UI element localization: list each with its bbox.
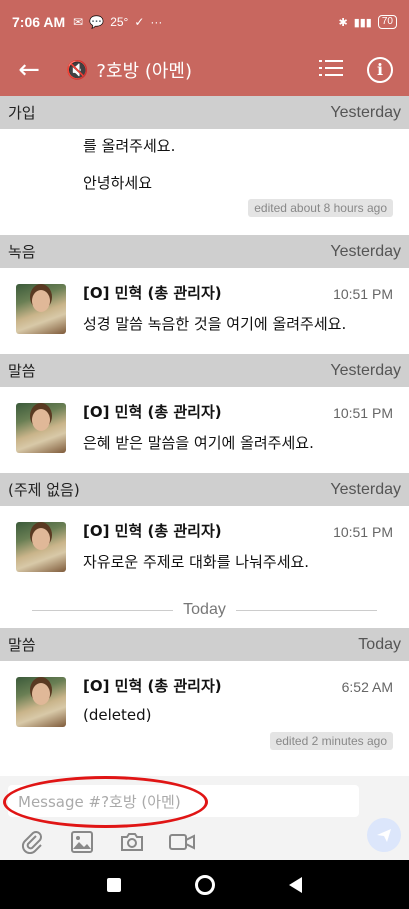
- topic-header[interactable]: 말씀 Yesterday: [0, 354, 409, 387]
- topic-date: Today: [358, 635, 401, 653]
- message[interactable]: [O] 민혁 (총 관리자) 10:51 PM 성경 말씀 녹음한 것을 여기에…: [0, 268, 409, 354]
- topic-name: 녹음: [8, 243, 36, 261]
- signal-icon: ▮▮▮: [353, 16, 372, 29]
- back-arrow-icon[interactable]: ←: [0, 55, 58, 85]
- message-continued[interactable]: 를 올려주세요. 안녕하세요 edited about 8 hours ago: [0, 129, 409, 235]
- highlight-annotation: [3, 776, 208, 828]
- temperature-label: 25°: [110, 15, 129, 29]
- edited-badge: edited 2 minutes ago: [269, 732, 393, 750]
- topic-date: Yesterday: [330, 103, 401, 121]
- message[interactable]: [O] 민혁 (총 관리자) 10:51 PM 은혜 받은 말씀을 여기에 올려…: [0, 387, 409, 473]
- battery-icon: 70: [377, 15, 397, 29]
- message-line: 안녕하세요: [83, 174, 153, 192]
- message-body: (deleted): [83, 706, 152, 724]
- compose-box: Message #?호방 (아멘): [0, 776, 409, 860]
- message-time: 10:51 PM: [333, 405, 393, 421]
- message-feed[interactable]: 가입 Yesterday 를 올려주세요. 안녕하세요 edited about…: [0, 96, 409, 776]
- avatar[interactable]: [16, 677, 66, 727]
- compose-toolbar: [0, 824, 409, 860]
- message[interactable]: [O] 민혁 (총 관리자) 6:52 AM (deleted) edited …: [0, 661, 409, 771]
- avatar[interactable]: [16, 403, 66, 453]
- topic-date: Yesterday: [330, 480, 401, 498]
- edited-badge: edited about 8 hours ago: [248, 199, 393, 217]
- notification-icons: ✉ 💬 25° ✓ ···: [73, 15, 162, 29]
- clock: 7:06 AM: [12, 14, 66, 30]
- topic-header[interactable]: (주제 없음) Yesterday: [0, 473, 409, 506]
- system-nav-bar: [0, 860, 409, 909]
- muted-icon: 🔇: [66, 59, 89, 81]
- back-button[interactable]: [289, 876, 302, 893]
- send-icon: [377, 829, 391, 842]
- recents-button[interactable]: [107, 877, 121, 892]
- mail-icon: ✉: [73, 15, 84, 29]
- topic-name: 말씀: [8, 362, 36, 380]
- check-icon: ✓: [134, 15, 145, 29]
- message-line: 를 올려주세요.: [83, 137, 176, 155]
- more-icon: ···: [150, 15, 163, 29]
- attachment-icon[interactable]: [18, 828, 46, 856]
- camera-icon[interactable]: [118, 828, 146, 856]
- status-bar: 7:06 AM ✉ 💬 25° ✓ ··· ✱ ▮▮▮ 70: [0, 0, 409, 44]
- date-divider: Today: [0, 592, 409, 628]
- topic-name: 말씀: [8, 636, 36, 654]
- message-body: 은혜 받은 말씀을 여기에 올려주세요.: [83, 434, 314, 452]
- chat-icon: 💬: [89, 15, 105, 29]
- message-body: 자유로운 주제로 대화를 나눠주세요.: [83, 553, 310, 571]
- topic-list-icon[interactable]: [319, 59, 349, 81]
- topic-header[interactable]: 가입 Yesterday: [0, 96, 409, 129]
- message-time: 10:51 PM: [333, 524, 393, 540]
- avatar[interactable]: [16, 284, 66, 334]
- topic-date: Yesterday: [330, 242, 401, 260]
- video-icon[interactable]: [168, 828, 196, 856]
- topic-date: Yesterday: [330, 361, 401, 379]
- message-time: 6:52 AM: [341, 679, 393, 695]
- message-time: 10:51 PM: [333, 286, 393, 302]
- topic-header[interactable]: 녹음 Yesterday: [0, 235, 409, 268]
- image-icon[interactable]: [68, 828, 96, 856]
- message[interactable]: [O] 민혁 (총 관리자) 10:51 PM 자유로운 주제로 대화를 나눠주…: [0, 506, 409, 592]
- stream-title: ?호방 (아멘): [96, 61, 192, 82]
- date-divider-label: Today: [183, 601, 226, 618]
- info-icon[interactable]: i: [367, 57, 393, 83]
- topic-name: (주제 없음): [8, 481, 80, 499]
- system-icons: ✱ ▮▮▮ 70: [338, 15, 397, 29]
- topic-name: 가입: [8, 104, 36, 122]
- message-body: 성경 말씀 녹음한 것을 여기에 올려주세요.: [83, 315, 347, 333]
- avatar[interactable]: [16, 522, 66, 572]
- app-bar: ← 🔇 ?호방 (아멘) i: [0, 44, 409, 96]
- home-button[interactable]: [195, 874, 215, 895]
- send-button[interactable]: [367, 818, 401, 852]
- topic-header[interactable]: 말씀 Today: [0, 628, 409, 661]
- bluetooth-icon: ✱: [338, 16, 348, 29]
